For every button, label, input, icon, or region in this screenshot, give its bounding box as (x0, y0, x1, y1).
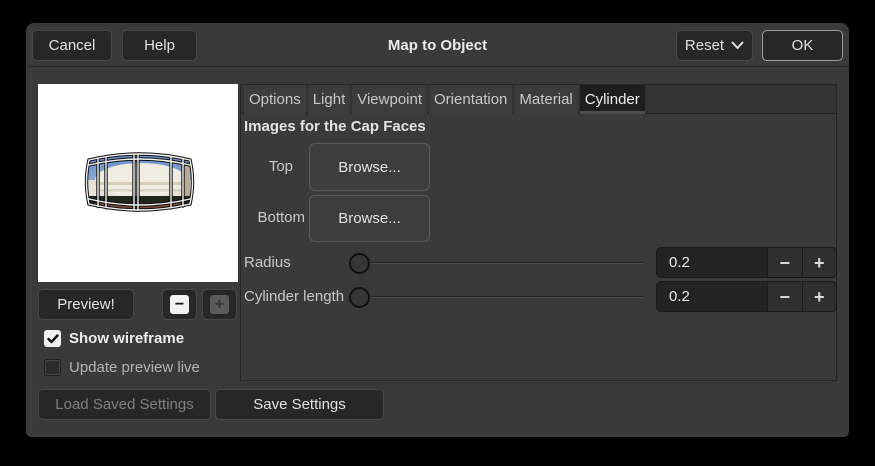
cylinder-length-slider-track[interactable] (349, 296, 643, 298)
tab-material[interactable]: Material (514, 85, 578, 114)
tab-strip: Options Light Viewpoint Orientation Mate… (241, 85, 836, 114)
save-settings-button[interactable]: Save Settings (215, 389, 384, 420)
show-wireframe-checkbox[interactable]: Show wireframe (44, 330, 184, 347)
update-preview-live-checkbox[interactable]: Update preview live (44, 359, 200, 376)
radius-input[interactable] (657, 248, 767, 277)
tab-options[interactable]: Options (244, 85, 306, 114)
checkbox-unchecked-icon (44, 359, 61, 376)
tab-orientation[interactable]: Orientation (429, 85, 513, 114)
radius-slider[interactable] (349, 253, 643, 274)
browse-top-button[interactable]: Browse... (309, 143, 430, 191)
reset-button[interactable]: Reset (676, 30, 753, 61)
show-wireframe-label: Show wireframe (69, 330, 185, 347)
browse-bottom-button[interactable]: Browse... (309, 195, 430, 242)
radius-label: Radius (244, 254, 291, 271)
top-label: Top (268, 158, 293, 175)
settings-notebook: Options Light Viewpoint Orientation Mate… (240, 84, 837, 381)
ok-button[interactable]: OK (762, 30, 843, 61)
bottom-label: Bottom (257, 209, 305, 226)
screen-background: Cancel Help Map to Object Reset OK Previ… (0, 0, 875, 466)
cylinder-length-increment-button[interactable]: + (801, 282, 836, 311)
checkbox-checked-icon (44, 330, 61, 347)
cylinder-length-label: Cylinder length (244, 288, 345, 305)
preview-area[interactable] (38, 84, 238, 282)
zoom-out-button[interactable]: − (162, 289, 197, 320)
chevron-down-icon (731, 41, 744, 49)
zoom-in-icon: + (210, 295, 229, 314)
radius-slider-thumb[interactable] (349, 253, 370, 274)
cylinder-length-spinbutton: − + (656, 281, 837, 312)
radius-decrement-button[interactable]: − (767, 248, 802, 277)
radius-spinbutton: − + (656, 247, 837, 278)
tab-cylinder[interactable]: Cylinder (579, 85, 645, 114)
update-preview-live-label: Update preview live (69, 359, 200, 376)
section-title: Images for the Cap Faces (244, 118, 426, 135)
cylinder-length-slider-thumb[interactable] (349, 287, 370, 308)
preview-button[interactable]: Preview! (38, 289, 134, 320)
zoom-in-button[interactable]: + (202, 289, 237, 320)
cylinder-length-slider[interactable] (349, 287, 643, 308)
reset-button-label: Reset (684, 37, 725, 54)
tab-viewpoint[interactable]: Viewpoint (352, 85, 428, 114)
dialog-header: Cancel Help Map to Object Reset OK (26, 23, 849, 67)
cylinder-preview-image (84, 152, 195, 212)
load-saved-settings-button[interactable]: Load Saved Settings (38, 389, 211, 420)
radius-slider-track[interactable] (349, 262, 643, 264)
cylinder-length-decrement-button[interactable]: − (767, 282, 802, 311)
zoom-out-icon: − (170, 295, 189, 314)
cylinder-length-input[interactable] (657, 282, 767, 311)
tab-light[interactable]: Light (307, 85, 351, 114)
radius-increment-button[interactable]: + (801, 248, 836, 277)
map-to-object-dialog: Cancel Help Map to Object Reset OK Previ… (26, 23, 849, 437)
